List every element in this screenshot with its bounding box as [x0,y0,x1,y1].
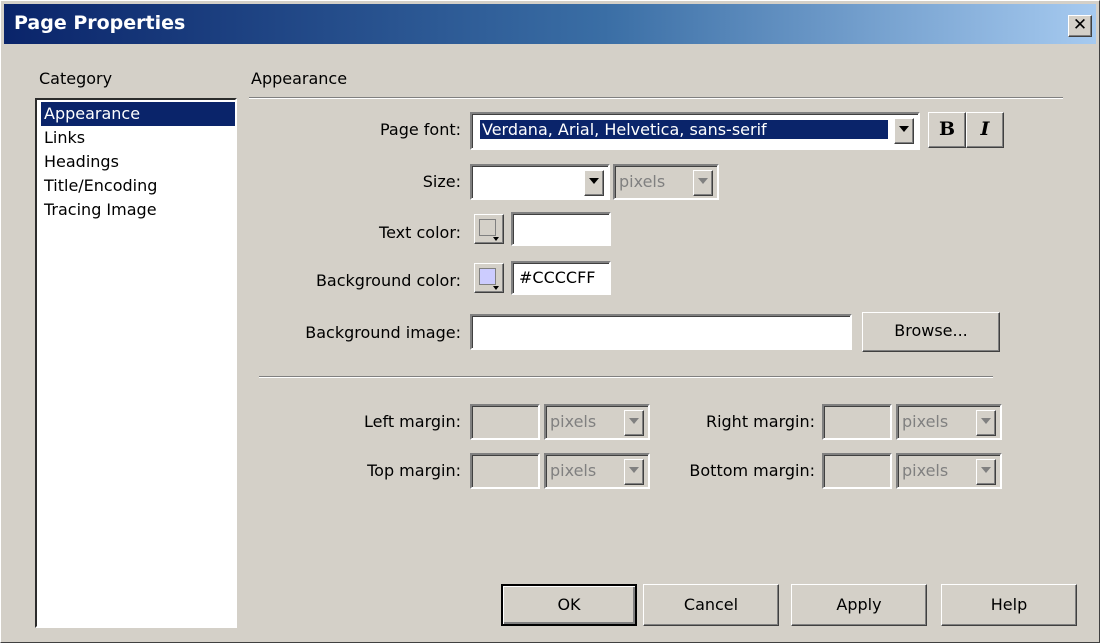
text-color-label: Text color: [379,223,461,242]
chevron-down-icon [493,286,499,290]
right-margin-unit-value: pixels [902,412,949,431]
background-color-picker[interactable] [474,263,504,293]
chevron-down-icon[interactable] [894,118,914,144]
browse-button[interactable]: Browse... [862,312,1000,352]
page-font-label: Page font: [379,120,461,139]
help-button[interactable]: Help [941,584,1077,626]
left-margin-input [470,404,540,440]
right-margin-input [822,404,892,440]
background-color-swatch [479,268,496,285]
top-margin-input [470,453,540,489]
title-bar[interactable]: Page Properties ✕ [4,4,1096,44]
left-margin-unit-value: pixels [550,412,597,431]
ok-button[interactable]: OK [501,584,637,626]
size-unit-select: pixels [613,164,719,200]
bottom-margin-unit-select: pixels [896,453,1002,489]
text-color-swatch [479,219,496,236]
background-image-label: Background image: [305,323,461,342]
text-color-picker[interactable] [474,214,504,244]
bottom-margin-label: Bottom margin: [689,461,815,480]
right-margin-label: Right margin: [705,412,815,431]
bottom-margin-input [822,453,892,489]
background-color-label: Background color: [315,271,461,290]
list-item-tracing-image[interactable]: Tracing Image [41,198,235,222]
section-divider-margins [259,376,993,378]
close-button[interactable]: ✕ [1068,15,1092,37]
list-item-appearance[interactable]: Appearance [41,102,235,126]
section-divider-top [249,97,1063,99]
list-item-title-encoding[interactable]: Title/Encoding [41,174,235,198]
size-select[interactable] [470,164,610,200]
top-margin-unit-select: pixels [544,453,650,489]
list-item-headings[interactable]: Headings [41,150,235,174]
cancel-button[interactable]: Cancel [643,584,779,626]
bold-button[interactable]: B [928,112,966,148]
text-color-input[interactable] [511,212,611,246]
background-color-value: #CCCCFF [519,268,596,287]
background-image-input[interactable] [470,314,852,350]
background-color-input[interactable]: #CCCCFF [511,261,611,295]
chevron-down-icon [693,170,713,196]
category-list[interactable]: Appearance Links Headings Title/Encoding… [35,98,237,628]
top-margin-label: Top margin: [367,461,461,480]
chevron-down-icon[interactable] [584,170,604,196]
list-item-links[interactable]: Links [41,126,235,150]
page-properties-dialog: Page Properties ✕ Category Appearance Li… [0,0,1100,643]
chevron-down-icon [976,410,996,436]
chevron-down-icon [624,410,644,436]
category-heading: Category [39,69,113,88]
left-margin-unit-select: pixels [544,404,650,440]
apply-button[interactable]: Apply [791,584,927,626]
bottom-margin-unit-value: pixels [902,461,949,480]
left-margin-label: Left margin: [363,412,461,431]
section-title: Appearance [251,69,348,88]
top-margin-unit-value: pixels [550,461,597,480]
page-font-select[interactable]: Verdana, Arial, Helvetica, sans-serif [470,112,920,150]
page-font-value: Verdana, Arial, Helvetica, sans-serif [480,120,888,139]
italic-button[interactable]: I [966,112,1004,148]
close-icon: ✕ [1072,15,1088,35]
dialog-title: Page Properties [14,12,186,34]
chevron-down-icon [976,459,996,485]
right-margin-unit-select: pixels [896,404,1002,440]
size-label: Size: [422,172,461,191]
chevron-down-icon [493,237,499,241]
size-unit-value: pixels [619,172,666,191]
chevron-down-icon [624,459,644,485]
